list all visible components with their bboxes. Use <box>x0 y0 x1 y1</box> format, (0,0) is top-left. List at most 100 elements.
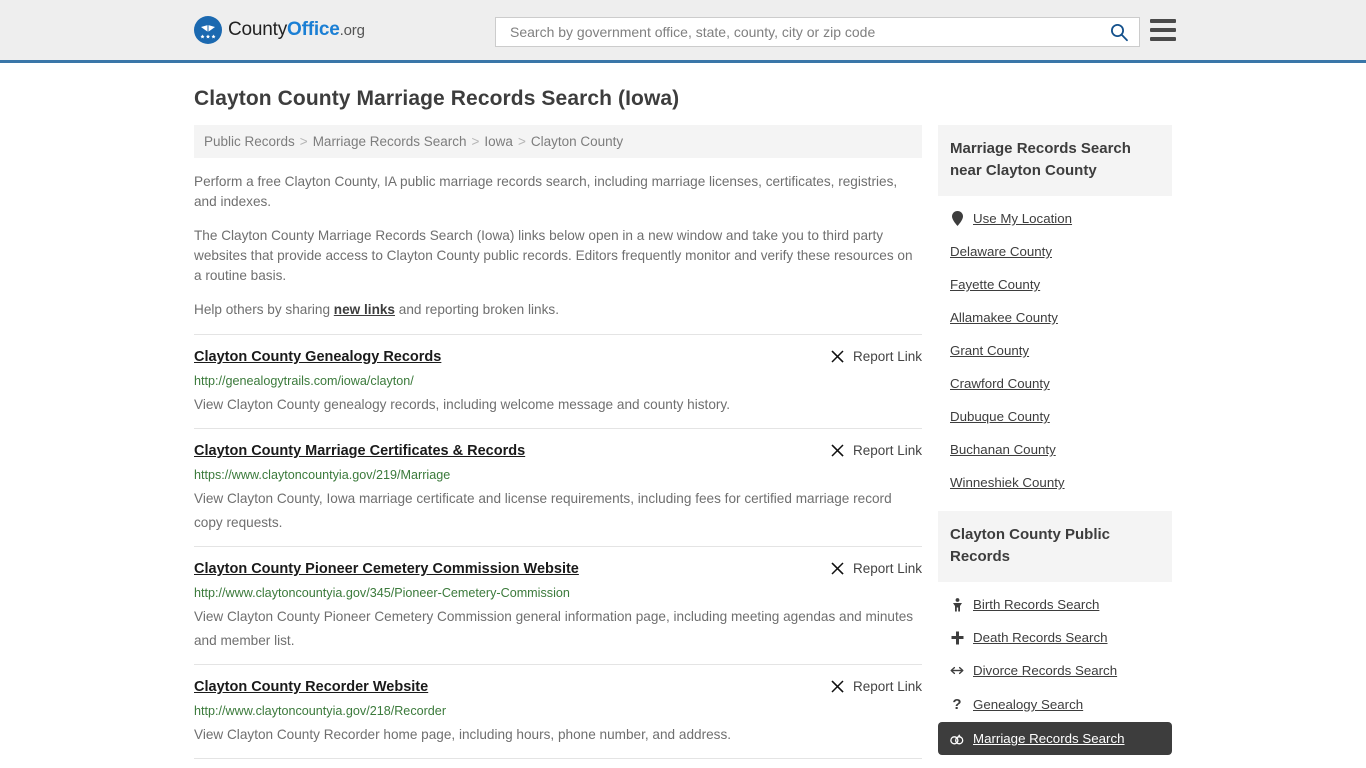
result-title-link[interactable]: Clayton County Genealogy Records <box>194 347 441 367</box>
site-logo[interactable]: CountyOffice.org <box>194 16 365 44</box>
intro-text-before-link: Help others by sharing <box>194 302 334 317</box>
sidebar-item-allamakee-county[interactable]: Allamakee County <box>938 301 1172 334</box>
sidebar-nearby-section: Marriage Records Search near Clayton Cou… <box>938 125 1172 507</box>
hamburger-menu-icon[interactable] <box>1150 19 1176 41</box>
sidebar-item-death-records-search[interactable]: Death Records Search <box>938 621 1172 654</box>
sidebar-public-records-heading: Clayton County Public Records <box>938 511 1172 582</box>
report-link-label: Report Link <box>852 349 922 364</box>
sidebar-item-label: Winneshiek County <box>950 475 1065 490</box>
sidebar-item-use-my-location[interactable]: Use My Location <box>938 202 1172 235</box>
sidebar: Marriage Records Search near Clayton Cou… <box>938 125 1172 767</box>
breadcrumb-item-marriage-records-search[interactable]: Marriage Records Search <box>313 134 467 149</box>
sidebar-nearby-heading: Marriage Records Search near Clayton Cou… <box>938 125 1172 196</box>
search-icon <box>1111 24 1128 42</box>
result-url: https://www.claytoncountyia.gov/219/Marr… <box>194 468 451 482</box>
hamburger-bar <box>1150 37 1176 41</box>
logo-text-county: County <box>228 19 288 40</box>
breadcrumb-separator: > <box>517 134 526 149</box>
sidebar-item-label: Dubuque County <box>950 409 1050 424</box>
result-url: http://genealogytrails.com/iowa/clayton/ <box>194 374 414 388</box>
report-link-label: Report Link <box>852 561 922 576</box>
intro-paragraph-1: Perform a free Clayton County, IA public… <box>194 174 898 209</box>
breadcrumb-separator: > <box>471 134 480 149</box>
sidebar-item-dubuque-county[interactable]: Dubuque County <box>938 400 1172 433</box>
rings-icon <box>950 733 964 745</box>
sidebar-item-winneshiek-county[interactable]: Winneshiek County <box>938 466 1172 499</box>
report-link-button[interactable]: Report Link <box>829 442 922 459</box>
sidebar-item-label: Grant County <box>950 343 1030 358</box>
sidebar-item-label: Crawford County <box>950 376 1050 391</box>
result-title-link[interactable]: Clayton County Pioneer Cemetery Commissi… <box>194 559 579 579</box>
sidebar-item-fayette-county[interactable]: Fayette County <box>938 268 1172 301</box>
search-button[interactable] <box>1107 22 1131 42</box>
intro-text: Perform a free Clayton County, IA public… <box>194 172 922 320</box>
breadcrumb-item-public-records[interactable]: Public Records <box>204 134 295 149</box>
result-description: View Clayton County, Iowa marriage certi… <box>194 491 892 530</box>
result-description: View Clayton County genealogy records, i… <box>194 397 730 412</box>
result-title-link[interactable]: Clayton County Marriage Certificates & R… <box>194 441 525 461</box>
question-mark-icon: ? <box>952 696 962 713</box>
sidebar-item-label: Fayette County <box>950 277 1041 292</box>
sidebar-public-records-list: Birth Records Search Death Records Searc… <box>938 582 1172 763</box>
logo-text-tld: .org <box>339 22 365 39</box>
breadcrumb-item-iowa[interactable]: Iowa <box>484 134 513 149</box>
sidebar-item-divorce-records-search[interactable]: Divorce Records Search <box>938 654 1172 687</box>
sidebar-item-label: Genealogy Search <box>973 697 1084 712</box>
broken-link-icon <box>831 562 844 575</box>
sidebar-item-buchanan-county[interactable]: Buchanan County <box>938 433 1172 466</box>
site-header: CountyOffice.org <box>0 0 1366 63</box>
result-item: Clayton County Pioneer Cemetery Commissi… <box>194 546 922 664</box>
report-link-button[interactable]: Report Link <box>829 678 922 695</box>
intro-text-after-link: and reporting broken links. <box>395 302 559 317</box>
report-link-button[interactable]: Report Link <box>829 348 922 365</box>
result-header: Clayton County Pioneer Cemetery Commissi… <box>194 559 922 579</box>
new-links-link[interactable]: new links <box>334 302 395 317</box>
result-item: Clayton County Marriage Certificates & R… <box>194 428 922 546</box>
breadcrumb-item-clayton-county[interactable]: Clayton County <box>531 134 623 149</box>
result-description: View Clayton County Recorder home page, … <box>194 727 732 742</box>
logo-text-office: Office <box>287 19 340 40</box>
report-link-label: Report Link <box>852 679 922 694</box>
sidebar-item-genealogy-search[interactable]: ? Genealogy Search <box>938 687 1172 722</box>
broken-link-icon <box>831 680 844 693</box>
page-container: Clayton County Marriage Records Search (… <box>0 87 1366 768</box>
intro-paragraph-3: Help others by sharing new links and rep… <box>194 300 922 320</box>
breadcrumb: Public Records > Marriage Records Search > I… <box>194 125 922 158</box>
sidebar-item-label: Marriage Records Search <box>973 731 1125 746</box>
result-item: Clayton County Genealogy Records Report … <box>194 334 922 428</box>
sidebar-item-label: Buchanan County <box>950 442 1056 457</box>
sidebar-item-label: Divorce Records Search <box>973 663 1118 678</box>
sidebar-public-records-section: Clayton County Public Records Birth Reco… <box>938 511 1172 763</box>
main-content: Public Records > Marriage Records Search > I… <box>194 125 922 768</box>
result-item: Clayton County Recorder Website Report L… <box>194 664 922 758</box>
logo-text: CountyOffice.org <box>228 19 365 41</box>
intro-paragraph-2: The Clayton County Marriage Records Sear… <box>194 228 913 283</box>
double-arrow-icon <box>950 665 964 676</box>
search-bar[interactable] <box>495 17 1140 47</box>
result-description: View Clayton County Pioneer Cemetery Com… <box>194 609 914 648</box>
result-header: Clayton County Recorder Website Report L… <box>194 677 922 697</box>
sidebar-item-marriage-records-search[interactable]: Marriage Records Search <box>938 722 1172 755</box>
baby-icon <box>950 597 964 612</box>
report-link-label: Report Link <box>852 443 922 458</box>
sidebar-item-label: Death Records Search <box>973 630 1108 645</box>
breadcrumb-separator: > <box>299 134 308 149</box>
cross-icon <box>950 631 964 645</box>
sidebar-item-delaware-county[interactable]: Delaware County <box>938 235 1172 268</box>
map-pin-icon <box>950 211 964 226</box>
report-link-button[interactable]: Report Link <box>829 560 922 577</box>
result-url: http://www.claytoncountyia.gov/218/Recor… <box>194 704 447 718</box>
sidebar-item-crawford-county[interactable]: Crawford County <box>938 367 1172 400</box>
result-url: http://www.claytoncountyia.gov/345/Pione… <box>194 586 570 600</box>
result-title-link[interactable]: Clayton County Recorder Website <box>194 677 428 697</box>
broken-link-icon <box>831 444 844 457</box>
search-input[interactable] <box>508 23 1107 41</box>
result-header: Clayton County Genealogy Records Report … <box>194 347 922 367</box>
sidebar-item-birth-records-search[interactable]: Birth Records Search <box>938 588 1172 621</box>
hamburger-bar <box>1150 28 1176 32</box>
sidebar-item-grant-county[interactable]: Grant County <box>938 334 1172 367</box>
sidebar-item-label: Allamakee County <box>950 310 1058 325</box>
broken-link-icon <box>831 350 844 363</box>
result-header: Clayton County Marriage Certificates & R… <box>194 441 922 461</box>
eagle-shield-logo-icon <box>194 16 222 44</box>
